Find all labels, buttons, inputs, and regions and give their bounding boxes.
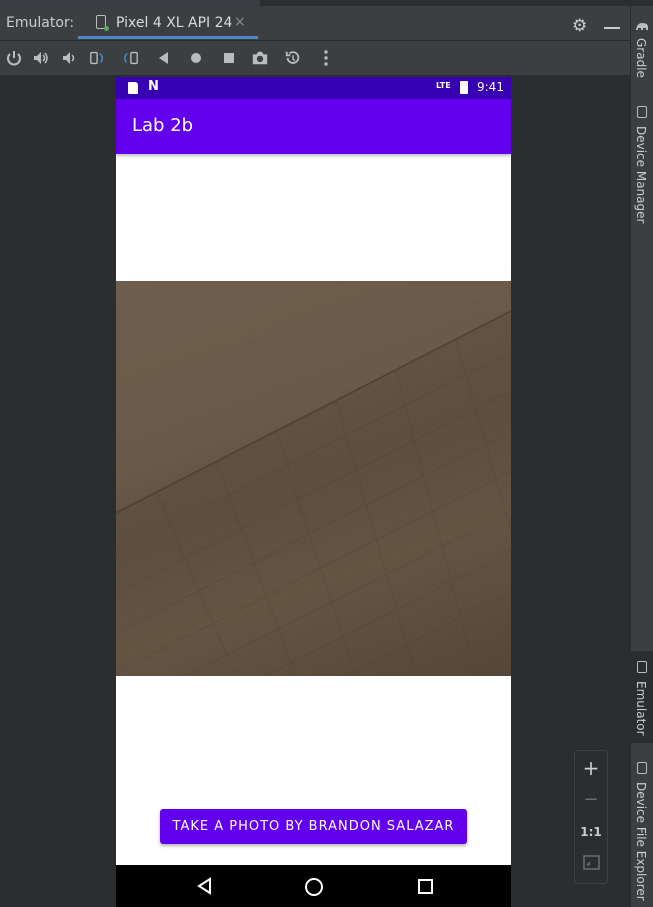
captured-photo bbox=[116, 281, 511, 676]
volume-down-icon[interactable] bbox=[60, 49, 78, 67]
back-icon[interactable] bbox=[155, 49, 173, 67]
zoom-in-button[interactable]: + bbox=[575, 756, 607, 780]
zoom-controls: + − 1:1 bbox=[574, 750, 608, 884]
app-bar: Lab 2b bbox=[116, 99, 511, 154]
emulator-screen[interactable]: N LTE 9:41 Lab 2b TAKE A PHOTO BY BRANDO… bbox=[116, 77, 511, 907]
android-status-bar: N LTE 9:41 bbox=[116, 77, 511, 99]
volume-up-icon[interactable] bbox=[32, 49, 50, 67]
side-tab-label: Gradle bbox=[634, 38, 648, 78]
nav-home-icon[interactable] bbox=[305, 878, 323, 896]
overview-icon[interactable] bbox=[220, 49, 238, 67]
device-manager-icon bbox=[637, 106, 647, 118]
phone-icon bbox=[96, 15, 109, 31]
more-icon[interactable] bbox=[317, 49, 335, 67]
fit-screen-icon[interactable] bbox=[583, 855, 600, 870]
zoom-actual-size-button[interactable]: 1:1 bbox=[575, 825, 607, 839]
power-icon[interactable] bbox=[5, 49, 23, 67]
device-tab[interactable]: Pixel 4 XL API 24 × bbox=[78, 6, 256, 40]
side-tab-gradle[interactable]: Gradle bbox=[631, 14, 653, 94]
active-tab-indicator bbox=[78, 36, 258, 39]
side-tab-label: Emulator bbox=[634, 681, 648, 736]
status-time: 9:41 bbox=[477, 80, 504, 94]
notification-icon: N bbox=[148, 79, 159, 94]
nav-back-icon[interactable] bbox=[196, 877, 212, 895]
side-tab-label: Device File Explorer bbox=[634, 782, 648, 901]
right-tool-strip: Gradle Device Manager Emulator Device Fi… bbox=[630, 6, 653, 907]
home-icon[interactable] bbox=[187, 49, 205, 67]
take-photo-button[interactable]: TAKE A PHOTO BY BRANDON SALAZAR bbox=[160, 809, 467, 844]
minimize-icon[interactable] bbox=[604, 27, 620, 29]
battery-icon bbox=[460, 81, 468, 94]
gear-icon[interactable]: ⚙ bbox=[572, 16, 587, 36]
nav-recents-icon[interactable] bbox=[418, 879, 433, 894]
rotate-right-icon[interactable] bbox=[121, 49, 139, 67]
emulator-toolbar bbox=[0, 41, 630, 76]
network-indicator: LTE bbox=[436, 81, 451, 90]
file-explorer-icon bbox=[637, 762, 647, 774]
side-tab-label: Device Manager bbox=[634, 126, 648, 224]
page-title: Lab 2b bbox=[132, 115, 194, 136]
gradle-icon bbox=[636, 23, 648, 30]
sd-card-icon bbox=[128, 82, 138, 94]
rotate-left-icon[interactable] bbox=[89, 49, 107, 67]
emulator-icon bbox=[637, 661, 647, 673]
side-tab-emulator[interactable]: Emulator bbox=[631, 651, 653, 743]
snapshot-icon[interactable] bbox=[284, 49, 302, 67]
zoom-out-button[interactable]: − bbox=[575, 789, 607, 810]
tool-window-label: Emulator: bbox=[6, 15, 75, 31]
side-tab-device-manager[interactable]: Device Manager bbox=[631, 102, 653, 232]
side-tab-device-file-explorer[interactable]: Device File Explorer bbox=[631, 756, 653, 907]
android-nav-bar bbox=[116, 865, 511, 907]
emulator-tab-bar: Emulator: Pixel 4 XL API 24 × ⚙ bbox=[0, 6, 630, 41]
device-tab-label: Pixel 4 XL API 24 bbox=[116, 15, 233, 31]
close-icon[interactable]: × bbox=[234, 14, 246, 30]
screenshot-icon[interactable] bbox=[251, 49, 269, 67]
